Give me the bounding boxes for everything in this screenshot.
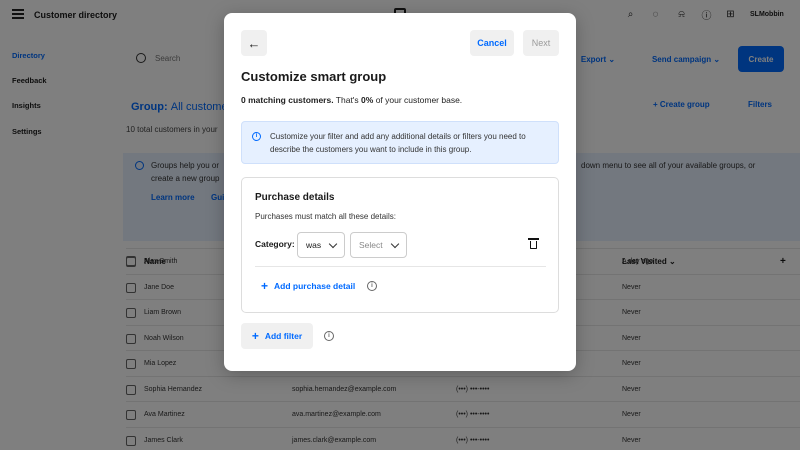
notice-line-1: Customize your filter and add any additi… [270,132,526,141]
match-end: of your customer base. [373,95,463,105]
category-label: Category: [255,239,295,249]
next-button[interactable]: Next [523,30,559,56]
match-mid: That's [333,95,362,105]
chevron-down-icon [390,239,400,249]
modal-title: Customize smart group [241,69,387,84]
purchase-details-panel: Purchase details Purchases must match al… [241,177,559,313]
back-button[interactable]: ← [241,30,267,56]
panel-description: Purchases must match all these details: [255,212,396,221]
category-placeholder: Select [359,240,383,250]
plus-icon: + [251,329,259,343]
arrow-left-icon: ← [247,35,261,51]
cancel-button[interactable]: Cancel [470,30,514,56]
info-icon: i [252,132,261,141]
add-filter-button[interactable]: + Add filter [241,323,313,349]
panel-title: Purchase details [255,192,335,203]
plus-icon: + [261,279,269,293]
match-percent: 0% [361,95,374,105]
info-notice: i Customize your filter and add any addi… [241,121,559,164]
operator-value: was [306,240,322,250]
category-select[interactable]: Select [350,232,407,258]
operator-select[interactable]: was [297,232,345,258]
customize-smart-group-modal: ← Cancel Next Customize smart group 0 ma… [224,13,576,371]
chevron-down-icon [328,239,338,249]
notice-line-2: describe the customers you want to inclu… [270,145,472,154]
match-summary: 0 matching customers. That's 0% of your … [241,95,462,105]
add-purchase-detail-button[interactable]: + Add purchase detail [261,279,355,293]
info-icon[interactable]: i [367,281,377,291]
trash-icon[interactable] [528,238,539,249]
match-count: 0 matching customers. [241,95,334,105]
divider [255,266,546,267]
add-purchase-detail-label: Add purchase detail [274,281,356,291]
info-icon[interactable]: i [324,331,334,341]
add-filter-label: Add filter [264,331,303,341]
